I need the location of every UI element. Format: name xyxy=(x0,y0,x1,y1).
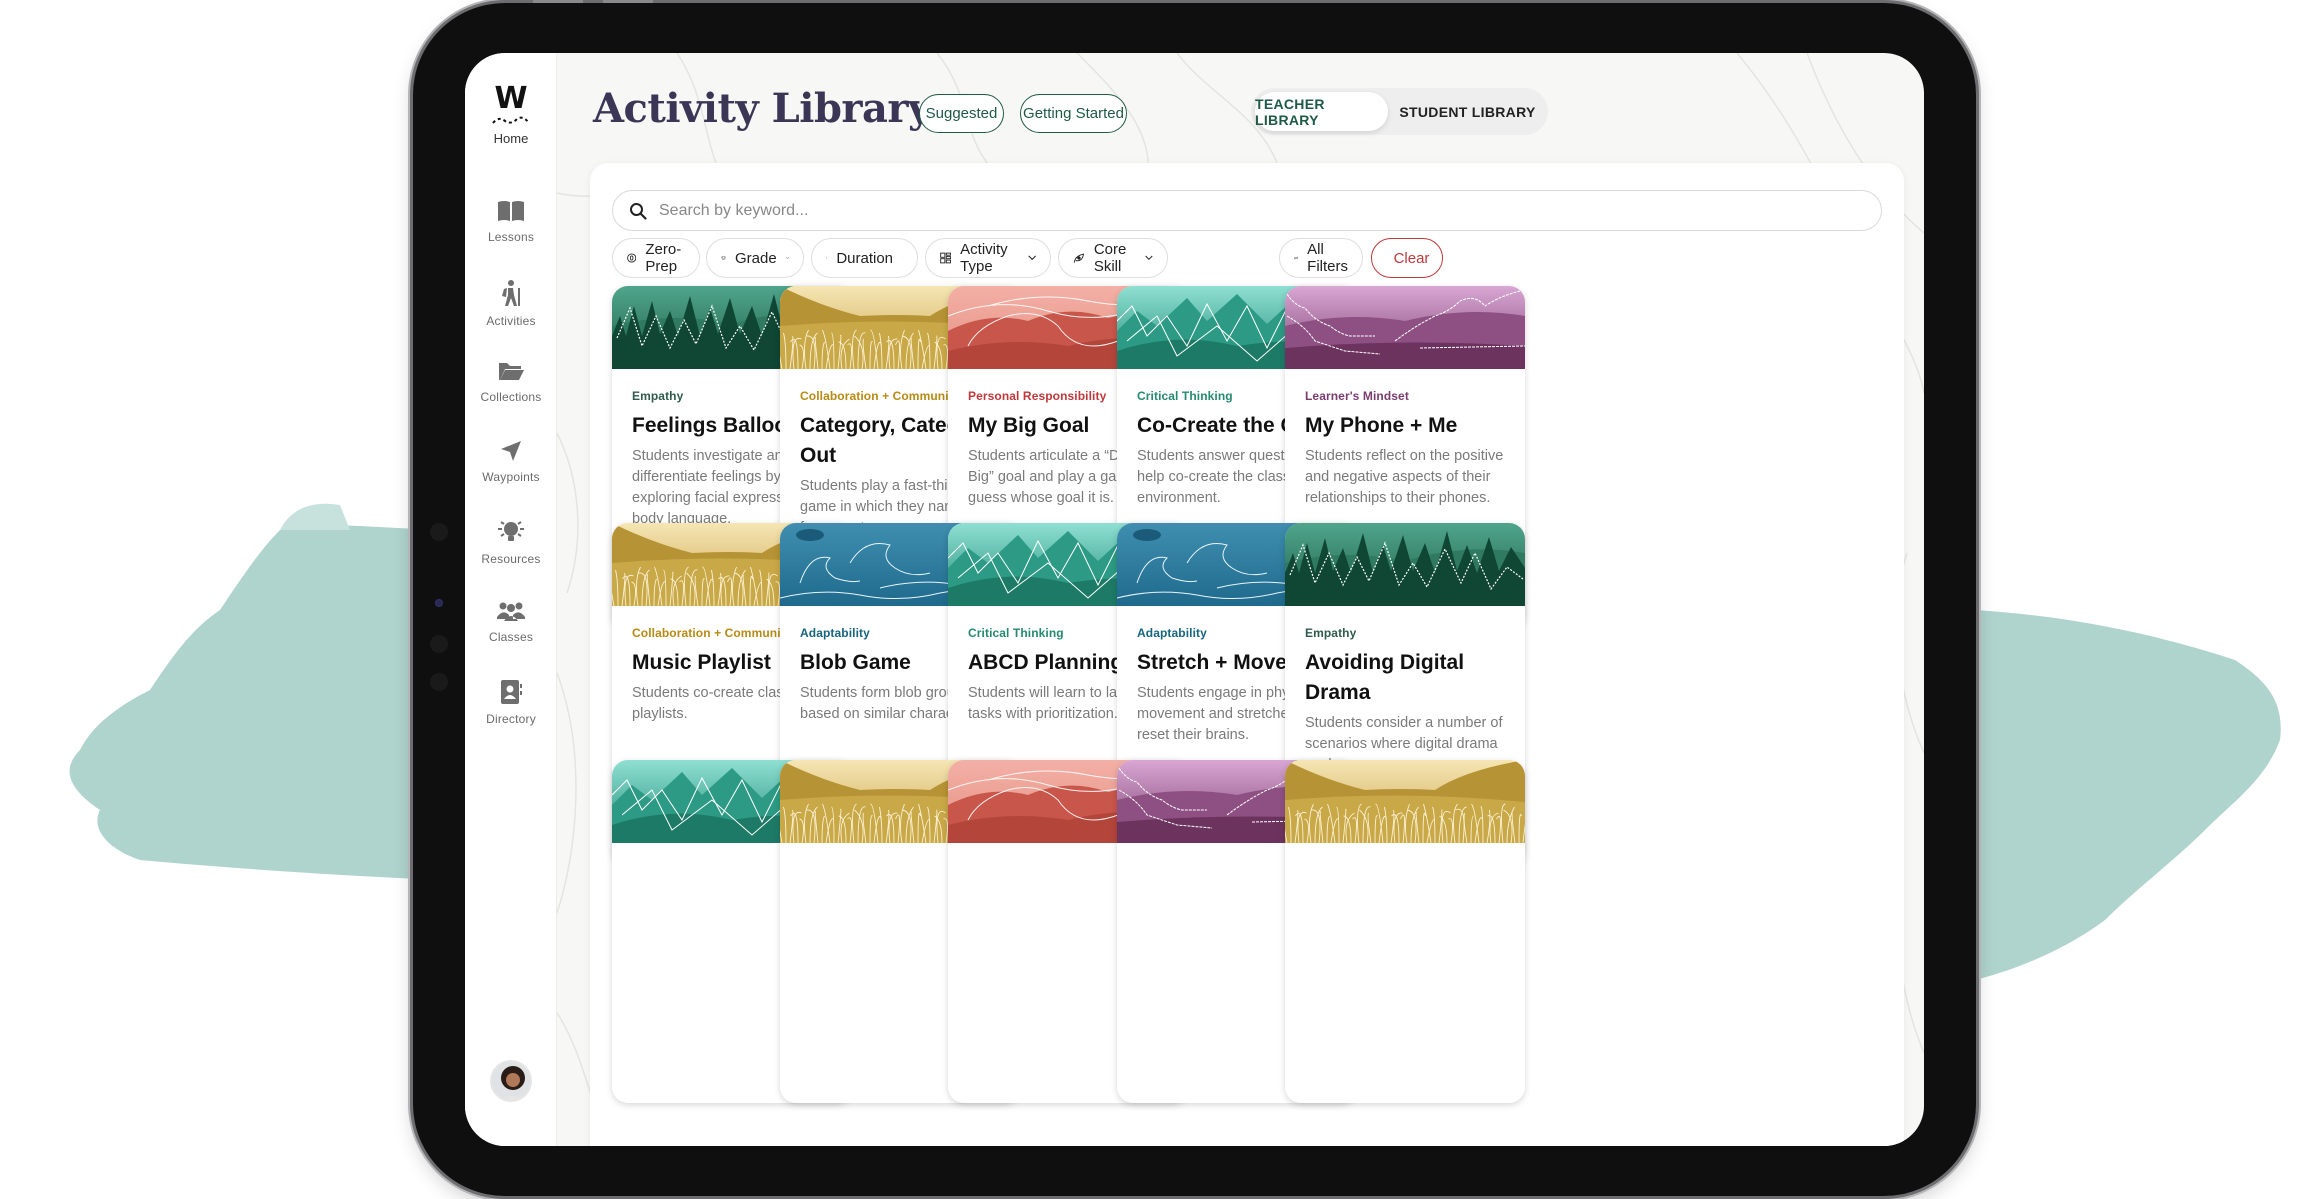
hiker-icon xyxy=(502,280,520,306)
folder-icon xyxy=(499,363,524,380)
main-content: Activity Library Suggested Getting Start… xyxy=(557,53,1924,1146)
activity-card[interactable] xyxy=(1285,760,1525,1103)
brush-stroke-right xyxy=(1975,610,2281,980)
filter-label: All Filters xyxy=(1307,241,1349,275)
card-description: Students reflect on the positive and neg… xyxy=(1305,448,1504,506)
filter-activity-type-dropdown[interactable]: Activity Type xyxy=(925,238,1051,278)
sidebar-item-label: Activities xyxy=(486,314,536,328)
users-icon xyxy=(497,602,525,621)
sliders-icon xyxy=(1294,256,1299,260)
user-avatar[interactable] xyxy=(490,1060,532,1102)
sidebar-item-waypoints[interactable]: Waypoints xyxy=(465,439,557,484)
search-input[interactable] xyxy=(659,201,1881,220)
device-sensor xyxy=(430,523,448,541)
card-body: Learner's Mindset My Phone + Me Students… xyxy=(1305,389,1513,509)
sidebar-item-resources[interactable]: Resources xyxy=(465,519,557,566)
sidebar-item-label: Resources xyxy=(481,552,541,566)
home-logo[interactable]: W Home xyxy=(465,81,557,146)
sidebar-item-directory[interactable]: Directory xyxy=(465,679,557,726)
filter-label: Activity Type xyxy=(960,241,1008,275)
tab-student-library[interactable]: STUDENT LIBRARY xyxy=(1391,92,1544,131)
lightbulb-icon xyxy=(498,521,524,541)
sidebar-item-label: Collections xyxy=(480,390,542,404)
graduation-cap-icon xyxy=(721,255,726,260)
contact-book-icon xyxy=(501,680,522,704)
app-screen: W Home Lessons Activities Collections Wa… xyxy=(465,53,1924,1146)
tab-teacher-library[interactable]: TEACHER LIBRARY xyxy=(1255,92,1388,131)
chevron-down-icon xyxy=(902,257,903,259)
device-button xyxy=(533,0,583,3)
user-photo-icon xyxy=(492,1062,530,1100)
card-cover-image xyxy=(1285,760,1525,843)
card-category: Learner's Mindset xyxy=(1305,389,1409,403)
card-title: Avoiding Digital Drama xyxy=(1305,651,1465,704)
sidebar-item-label: Lessons xyxy=(487,230,535,244)
sidebar-item-collections[interactable]: Collections xyxy=(465,359,557,404)
sidebar-item-label: Directory xyxy=(486,712,536,726)
navigation-arrow-icon xyxy=(501,441,521,461)
zero-prep-icon xyxy=(627,253,637,263)
clock-icon xyxy=(826,257,828,259)
card-body: Empathy Avoiding Digital Drama Students … xyxy=(1305,626,1513,776)
sidebar-item-label: Waypoints xyxy=(482,470,540,484)
grid-icon xyxy=(940,252,951,264)
logo-wave-icon xyxy=(492,116,530,124)
library-toggle: TEACHER LIBRARY STUDENT LIBRARY xyxy=(1251,88,1548,135)
card-cover-image xyxy=(1285,286,1525,369)
chevron-down-icon xyxy=(1145,255,1153,261)
sidebar: W Home Lessons Activities Collections Wa… xyxy=(465,53,557,1146)
filter-label: Core Skill xyxy=(1093,241,1127,275)
home-label: Home xyxy=(493,131,529,146)
sidebar-item-label: Classes xyxy=(488,630,534,644)
filter-label: Zero-Prep xyxy=(645,241,682,275)
filter-label: Grade xyxy=(734,249,777,267)
all-filters-button[interactable]: All Filters xyxy=(1279,238,1363,278)
sidebar-item-classes[interactable]: Classes xyxy=(465,599,557,644)
device-camera xyxy=(435,599,443,607)
card-category: Empathy xyxy=(1305,626,1357,640)
device-sensor xyxy=(430,635,448,653)
chevron-down-icon xyxy=(785,257,789,259)
tablet-device: W Home Lessons Activities Collections Wa… xyxy=(413,0,1976,1196)
sidebar-item-activities[interactable]: Activities xyxy=(465,279,557,328)
card-title: My Phone + Me xyxy=(1305,414,1458,437)
card-cover-image xyxy=(1285,523,1525,606)
filter-duration-dropdown[interactable]: Duration xyxy=(811,238,918,278)
leaf-icon xyxy=(1073,253,1085,263)
page-title: Activity Library xyxy=(593,85,931,132)
sidebar-item-lessons[interactable]: Lessons xyxy=(465,199,557,244)
getting-started-button[interactable]: Getting Started xyxy=(1020,94,1127,133)
search-icon xyxy=(630,202,647,220)
clear-filters-button[interactable]: Clear xyxy=(1371,238,1443,278)
book-icon xyxy=(498,201,524,221)
library-panel: Zero-Prep Grade Duration Activity Type xyxy=(590,163,1904,1146)
device-sensor xyxy=(430,673,448,691)
search-bar[interactable] xyxy=(612,190,1882,231)
chevron-down-icon xyxy=(1027,255,1036,261)
filter-grade-dropdown[interactable]: Grade xyxy=(706,238,804,278)
filter-zero-prep[interactable]: Zero-Prep xyxy=(612,238,700,278)
suggested-button[interactable]: Suggested xyxy=(919,94,1004,133)
device-button xyxy=(603,0,653,3)
brush-stroke-left xyxy=(69,503,450,880)
filter-label: Clear xyxy=(1393,249,1430,267)
logo-w-icon: W xyxy=(494,81,528,116)
filter-core-skill-dropdown[interactable]: Core Skill xyxy=(1058,238,1168,278)
filter-label: Duration xyxy=(836,249,894,267)
